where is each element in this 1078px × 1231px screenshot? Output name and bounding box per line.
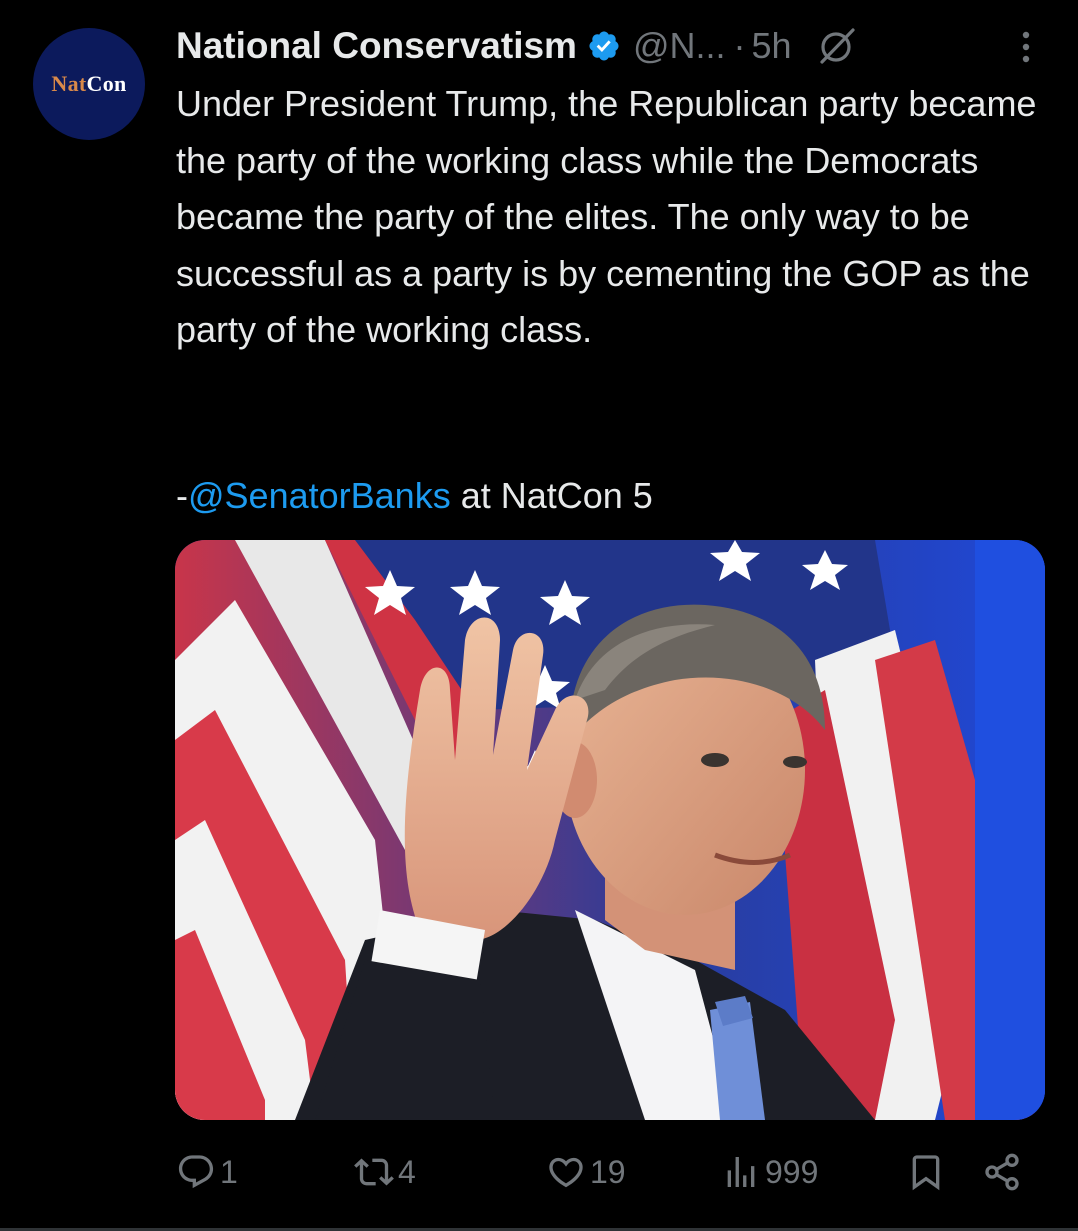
attribution-prefix: - [176,475,188,516]
heart-icon [549,1157,583,1188]
bookmark-button[interactable] [906,1146,946,1198]
tweet-attribution: -@SenatorBanks at NatCon 5 [176,470,653,522]
tweet-text: Under President Trump, the Republican pa… [176,83,1047,350]
tweet-actions: 1 4 19 999 [176,1146,1036,1198]
verified-badge-icon[interactable] [587,29,621,63]
repost-icon [354,1158,394,1186]
timestamp[interactable]: 5h [752,25,792,67]
views-icon [727,1157,755,1187]
avatar[interactable]: NatCon [33,28,145,140]
photo-illustration [175,540,1045,1120]
views-count: 999 [765,1153,819,1190]
like-button[interactable]: 19 [546,1146,626,1198]
like-count: 19 [590,1153,626,1190]
grok-icon[interactable] [816,24,860,68]
bookmark-icon [912,1155,940,1191]
more-dots-icon[interactable] [1020,30,1032,64]
reply-icon [178,1155,214,1189]
display-name[interactable]: National Conservatism [176,25,577,67]
reply-button[interactable]: 1 [176,1146,238,1198]
reply-count: 1 [220,1153,238,1190]
attribution-suffix: at NatCon 5 [450,475,653,516]
mention-link[interactable]: @SenatorBanks [188,475,451,516]
avatar-logo: NatCon [51,71,127,96]
repost-count: 4 [398,1153,416,1190]
share-icon [985,1153,1019,1191]
tweet-photo[interactable] [175,540,1045,1120]
share-button[interactable] [982,1146,1022,1198]
tweet-header: National Conservatism @N... · 5h [176,22,1058,70]
repost-button[interactable]: 4 [354,1146,416,1198]
separator-dot: · [733,25,746,66]
handle[interactable]: @N... [633,25,726,67]
views-button[interactable]: 999 [721,1146,818,1198]
